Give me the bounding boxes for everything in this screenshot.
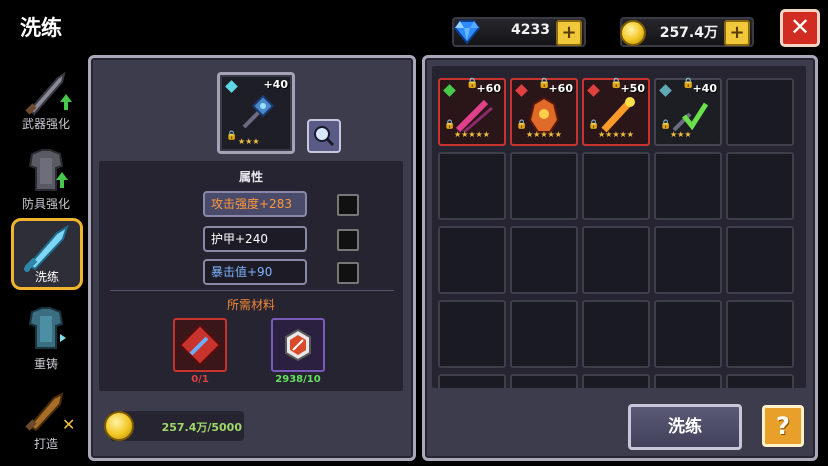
sidebar-item-forge[interactable]: ✕ 打造 xyxy=(10,382,82,454)
add-gems-button[interactable]: + xyxy=(556,20,582,46)
help-button[interactable]: ? xyxy=(762,405,804,447)
empty-inventory-slot[interactable] xyxy=(726,152,794,220)
material-slot-stone[interactable] xyxy=(271,318,325,372)
diamond-icon xyxy=(453,20,481,45)
gold-coin-icon xyxy=(104,411,134,441)
empty-inventory-slot[interactable] xyxy=(726,300,794,368)
material-count: 2938/10 xyxy=(275,374,321,385)
sidebar-item-label: 重铸 xyxy=(33,357,58,371)
item-level: +40 xyxy=(263,78,288,91)
empty-inventory-slot[interactable] xyxy=(510,374,578,388)
sword-upgrade-icon xyxy=(25,71,72,116)
empty-inventory-slot[interactable] xyxy=(438,226,506,294)
wash-sword-icon xyxy=(24,224,69,272)
sidebar-item-label: 武器强化 xyxy=(21,117,70,131)
lock-attribute-checkbox[interactable] xyxy=(337,229,359,251)
gold-currency: 257.4万 + xyxy=(620,17,754,47)
divider xyxy=(110,290,394,291)
lock-icon: 🔒 xyxy=(660,120,672,130)
gem-currency: 4233 + xyxy=(452,17,586,47)
empty-inventory-slot[interactable] xyxy=(582,152,650,220)
recast-armor-icon xyxy=(28,307,66,349)
item-stars: ★★★★★ xyxy=(526,130,562,139)
page-title: 洗练 xyxy=(20,16,62,40)
add-gold-button[interactable]: + xyxy=(724,20,750,46)
empty-inventory-slot[interactable] xyxy=(726,374,794,388)
empty-inventory-slot[interactable] xyxy=(654,300,722,368)
svg-text:✕: ✕ xyxy=(62,415,75,434)
item-stars: ★★★ xyxy=(238,137,260,146)
inspect-button[interactable] xyxy=(307,119,341,153)
sidebar-item-label: 防具强化 xyxy=(21,197,70,211)
empty-inventory-slot[interactable] xyxy=(510,300,578,368)
empty-inventory-slot[interactable] xyxy=(654,226,722,294)
inventory-item-slot[interactable]: 🔒 +60 🔒 ★★★★★ xyxy=(438,78,506,146)
sidebar-item-weapon-upgrade[interactable]: 武器强化 xyxy=(10,62,82,134)
empty-inventory-slot[interactable] xyxy=(582,300,650,368)
attribute-row-crit[interactable]: 暴击值+90 xyxy=(203,259,307,285)
sidebar-item-label: 打造 xyxy=(33,437,58,451)
gem-count: 4233 xyxy=(511,22,550,38)
selected-item-slot[interactable]: +40 🔒 ★★★ xyxy=(217,72,295,154)
inventory-item-slot[interactable]: 🔒 +50 🔒 ★★★★★ xyxy=(582,78,650,146)
lock-icon: 🔒 xyxy=(226,131,238,141)
item-stars: ★★★★★ xyxy=(598,130,634,139)
gold-cost: 257.4万/5000 xyxy=(161,421,242,434)
sidebar-item-label: 洗练 xyxy=(34,270,59,284)
wash-stone-icon xyxy=(285,328,311,362)
red-weapon-material-icon xyxy=(178,323,222,367)
lock-icon: 🔒 xyxy=(516,120,528,130)
lock-icon: 🔒 xyxy=(444,120,456,130)
materials-title: 所需材料 xyxy=(226,298,275,312)
sidebar-item-recast[interactable]: 重铸 xyxy=(10,302,82,374)
empty-inventory-slot[interactable] xyxy=(438,374,506,388)
quality-gem-icon xyxy=(225,80,238,93)
empty-inventory-slot[interactable] xyxy=(438,152,506,220)
item-stars: ★★★★★ xyxy=(454,130,490,139)
empty-inventory-slot[interactable] xyxy=(582,226,650,294)
lock-icon: 🔒 xyxy=(588,120,600,130)
gold-coin-icon xyxy=(620,20,646,46)
empty-inventory-slot[interactable] xyxy=(726,226,794,294)
material-count: 0/1 xyxy=(191,374,209,385)
attribute-row-armor[interactable]: 护甲+240 xyxy=(203,226,307,252)
empty-inventory-slot[interactable] xyxy=(510,226,578,294)
empty-inventory-slot[interactable] xyxy=(582,374,650,388)
material-slot-weapon[interactable] xyxy=(173,318,227,372)
empty-inventory-slot[interactable] xyxy=(438,300,506,368)
wash-button[interactable]: 洗练 xyxy=(628,404,742,450)
attribute-row-attack[interactable]: 攻击强度+283 xyxy=(203,191,307,217)
sidebar-item-wash[interactable]: 洗练 xyxy=(11,218,83,290)
armor-upgrade-icon xyxy=(28,149,68,191)
item-stars: ★★★ xyxy=(670,130,692,139)
lock-attribute-checkbox[interactable] xyxy=(337,194,359,216)
empty-inventory-slot[interactable] xyxy=(654,152,722,220)
empty-inventory-slot[interactable] xyxy=(510,152,578,220)
inventory-item-slot[interactable]: 🔒 +60 🔒 ★★★★★ xyxy=(510,78,578,146)
close-button[interactable]: ✕ xyxy=(780,9,820,47)
lock-attribute-checkbox[interactable] xyxy=(337,262,359,284)
empty-inventory-slot[interactable] xyxy=(654,374,722,388)
inventory-grid: 🔒 +60 🔒 ★★★★★ 🔒 +60 🔒 ★★★★★ 🔒 +50 🔒 ★★★★★ 🔒 +40 🔒 ★★★ xyxy=(432,66,806,388)
magnifier-icon xyxy=(314,126,335,147)
inventory-item-slot[interactable]: 🔒 +40 🔒 ★★★ xyxy=(654,78,722,146)
forge-icon: ✕ xyxy=(25,392,75,434)
attributes-title: 属性 xyxy=(238,170,263,184)
spiked-mace-icon xyxy=(242,94,275,129)
empty-inventory-slot[interactable] xyxy=(726,78,794,146)
gold-count: 257.4万 xyxy=(659,25,718,41)
sidebar-item-armor-upgrade[interactable]: 防具强化 xyxy=(10,142,82,214)
